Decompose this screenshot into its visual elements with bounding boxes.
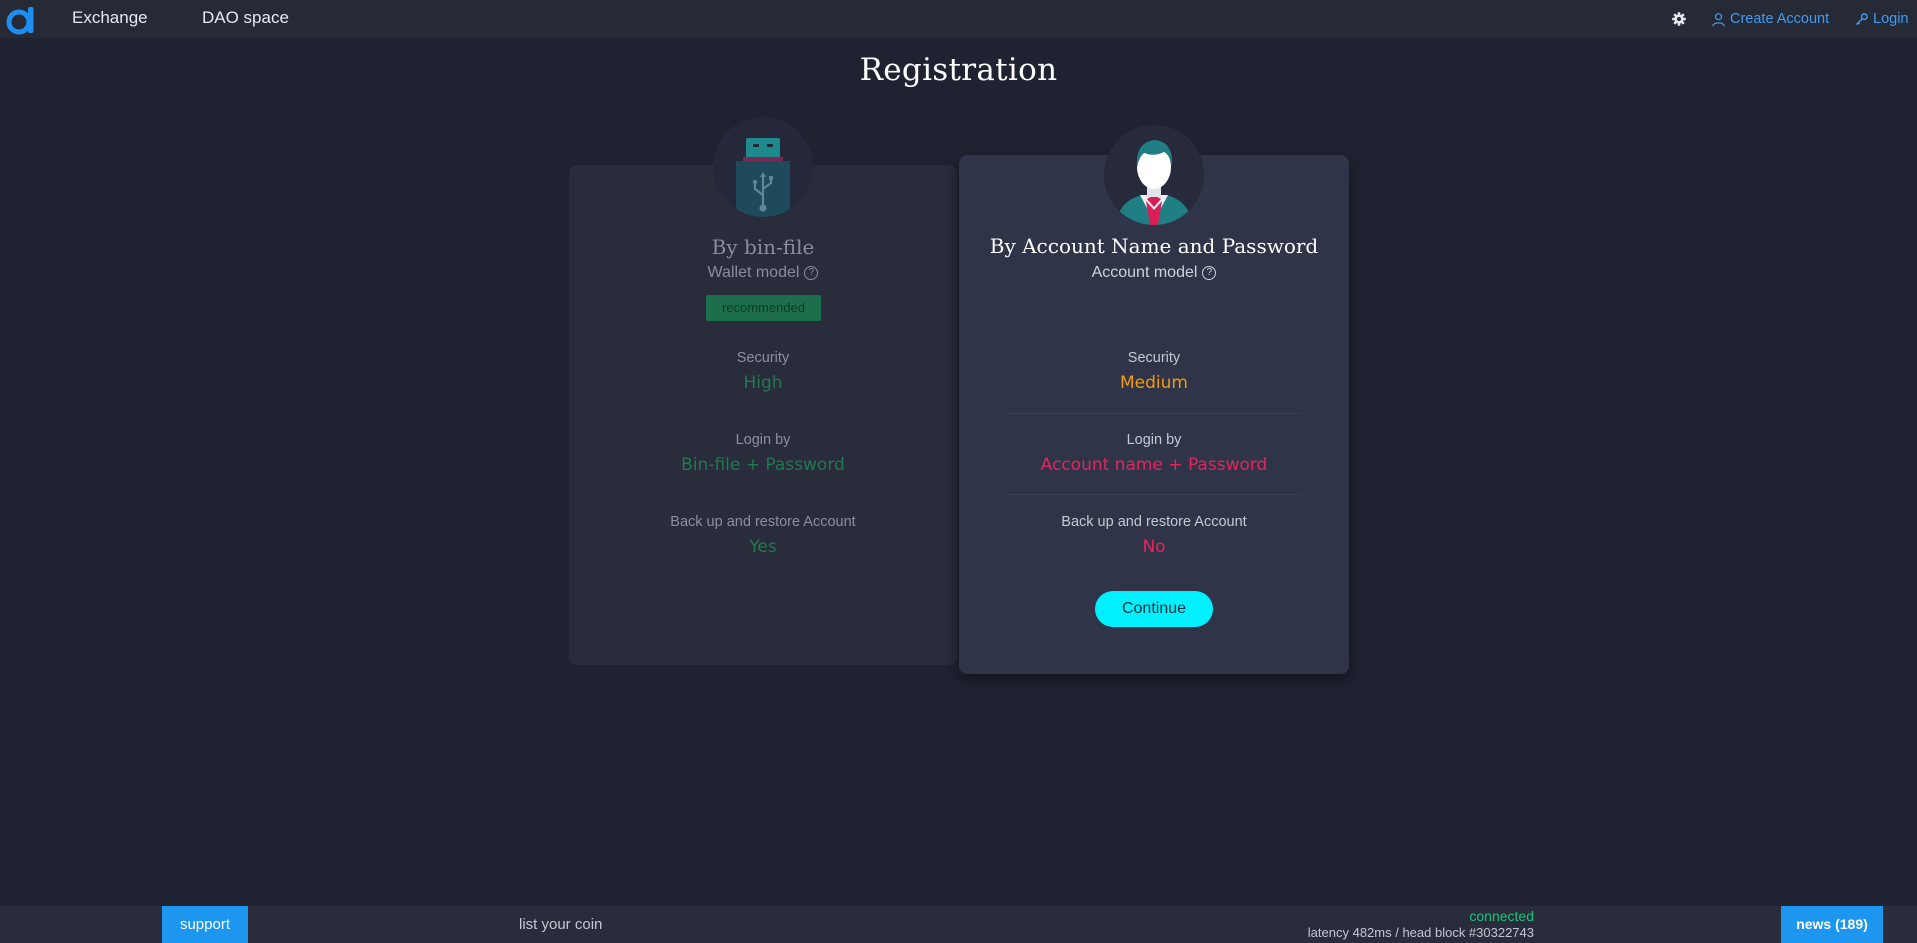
recommended-badge: recommended bbox=[706, 295, 821, 321]
usb-key-icon bbox=[713, 117, 813, 217]
backup-value: No bbox=[1142, 537, 1166, 557]
backup-label: Back up and restore Account bbox=[1061, 514, 1247, 530]
nav-exchange[interactable]: Exchange bbox=[72, 8, 148, 28]
footer-bar: support list your coin connected latency… bbox=[0, 906, 1917, 943]
create-account-label: Create Account bbox=[1730, 11, 1830, 27]
nav-dao-space[interactable]: DAO space bbox=[202, 8, 289, 28]
brand-logo-icon[interactable] bbox=[6, 5, 38, 35]
user-icon bbox=[1712, 12, 1725, 26]
account-password-option-card[interactable]: By Account Name and Password Account mod… bbox=[959, 125, 1349, 674]
page-title: Registration bbox=[859, 52, 1058, 88]
continue-button[interactable]: Continue bbox=[1095, 591, 1213, 627]
security-value: High bbox=[743, 373, 783, 393]
support-button[interactable]: support bbox=[162, 906, 248, 943]
key-icon bbox=[1855, 12, 1868, 25]
account-model-subtitle: Account model ? bbox=[959, 264, 1349, 282]
account-model-label: Account model bbox=[1091, 264, 1198, 281]
news-button[interactable]: news (189) bbox=[1781, 906, 1883, 943]
user-avatar-icon bbox=[1104, 125, 1204, 225]
login-by-label: Login by bbox=[735, 432, 791, 448]
security-label: Security bbox=[1127, 350, 1181, 366]
gear-icon[interactable] bbox=[1671, 11, 1687, 27]
security-value: Medium bbox=[1120, 373, 1188, 393]
bin-file-heading: By bin-file bbox=[711, 235, 815, 259]
help-icon[interactable]: ? bbox=[804, 266, 819, 280]
login-link[interactable]: Login bbox=[1854, 11, 1908, 27]
divider bbox=[1007, 494, 1301, 495]
divider bbox=[1007, 413, 1301, 414]
login-by-label: Login by bbox=[1126, 432, 1182, 448]
top-navigation-bar: Exchange DAO space Create Account Login bbox=[0, 0, 1917, 38]
create-account-link[interactable]: Create Account bbox=[1711, 11, 1829, 27]
security-label: Security bbox=[736, 350, 790, 366]
backup-value: Yes bbox=[749, 537, 777, 557]
wallet-model-label: Wallet model bbox=[707, 264, 800, 281]
account-password-heading: By Account Name and Password bbox=[989, 234, 1319, 258]
login-by-value: Account name + Password bbox=[1040, 455, 1268, 475]
login-by-value: Bin-file + Password bbox=[681, 455, 845, 475]
bin-file-option-card[interactable]: By bin-file Wallet model ? recommended S… bbox=[569, 117, 957, 665]
latency-head-block: latency 482ms / head block #30322743 bbox=[1307, 925, 1534, 940]
login-label: Login bbox=[1873, 11, 1909, 27]
help-icon[interactable]: ? bbox=[1202, 266, 1217, 280]
backup-label: Back up and restore Account bbox=[670, 514, 856, 530]
connection-status: connected bbox=[1469, 908, 1534, 924]
list-your-coin-link[interactable]: list your coin bbox=[519, 916, 602, 933]
wallet-model-subtitle: Wallet model ? bbox=[569, 264, 957, 282]
